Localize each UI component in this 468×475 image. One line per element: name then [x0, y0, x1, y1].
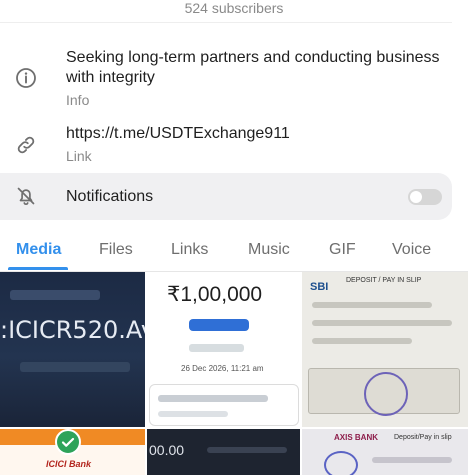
- media-item[interactable]: ICICI Bank: [0, 429, 145, 475]
- description-label: Info: [66, 92, 90, 108]
- blurred-text: [312, 320, 452, 326]
- media-tabs: Media Files Links Music GIF Voice: [0, 230, 468, 272]
- blurred-text: [158, 411, 228, 417]
- link-icon: [14, 133, 38, 157]
- tab-links[interactable]: Links: [171, 240, 208, 260]
- notifications-label: Notifications: [66, 188, 154, 205]
- blurred-text: [20, 362, 130, 372]
- channel-link[interactable]: https://t.me/USDTExchange911: [66, 124, 448, 144]
- media-item[interactable]: AXIS BANK Deposit/Pay in slip: [302, 429, 468, 475]
- blurred-text: [312, 302, 432, 308]
- stamp: [364, 372, 408, 416]
- tab-voice[interactable]: Voice: [392, 240, 431, 260]
- tab-media[interactable]: Media: [16, 240, 61, 260]
- selected-check-icon: [55, 429, 81, 455]
- tab-gif[interactable]: GIF: [329, 240, 356, 260]
- stamp: [324, 451, 358, 475]
- media-item[interactable]: SBI DEPOSIT / PAY IN SLIP: [302, 272, 468, 427]
- bell-off-icon: [14, 184, 38, 208]
- blurred-text: [10, 290, 100, 300]
- bank-name: SBI: [310, 281, 329, 293]
- blurred-text: [189, 344, 244, 352]
- media-grid: :ICICR520.Avl ₹1,00,000 26 Dec 2026, 11:…: [0, 272, 468, 475]
- blurred-text: [312, 338, 412, 344]
- link-label: Link: [66, 148, 92, 164]
- description-row[interactable]: Seeking long-term partners and conductin…: [0, 40, 468, 110]
- blurred-text: [207, 447, 287, 453]
- media-item[interactable]: 00.00: [147, 429, 300, 475]
- account-card: [149, 384, 299, 426]
- payment-date: 26 Dec 2026, 11:21 am: [181, 364, 264, 373]
- channel-description: Seeking long-term partners and conductin…: [66, 49, 440, 86]
- right-edge: [452, 0, 468, 230]
- media-item[interactable]: :ICICR520.Avl: [0, 272, 145, 427]
- media-item-text: 00.00: [149, 442, 185, 458]
- tab-files[interactable]: Files: [99, 240, 133, 260]
- toggle-knob: [410, 191, 422, 203]
- blurred-button: [189, 319, 249, 331]
- info-circle-icon: [14, 66, 38, 90]
- notifications-toggle[interactable]: [408, 189, 442, 205]
- blurred-text: [372, 457, 452, 463]
- header-divider: [0, 22, 468, 23]
- tab-music[interactable]: Music: [248, 240, 290, 260]
- payment-amount: ₹1,00,000: [167, 283, 263, 306]
- notifications-row[interactable]: Notifications: [0, 173, 452, 220]
- slip-title: Deposit/Pay in slip: [394, 434, 452, 441]
- media-item-text: :ICICR520.Avl: [0, 316, 145, 344]
- subscriber-count: 524 subscribers: [184, 0, 284, 16]
- blurred-text: [158, 395, 268, 402]
- link-row[interactable]: https://t.me/USDTExchange911 Link: [0, 118, 468, 168]
- bank-name: AXIS BANK: [334, 433, 379, 442]
- slip-title: DEPOSIT / PAY IN SLIP: [346, 277, 422, 284]
- active-tab-indicator: [8, 267, 68, 270]
- media-item[interactable]: ₹1,00,000 26 Dec 2026, 11:21 am: [147, 272, 300, 427]
- bank-logo: ICICI Bank: [46, 459, 92, 469]
